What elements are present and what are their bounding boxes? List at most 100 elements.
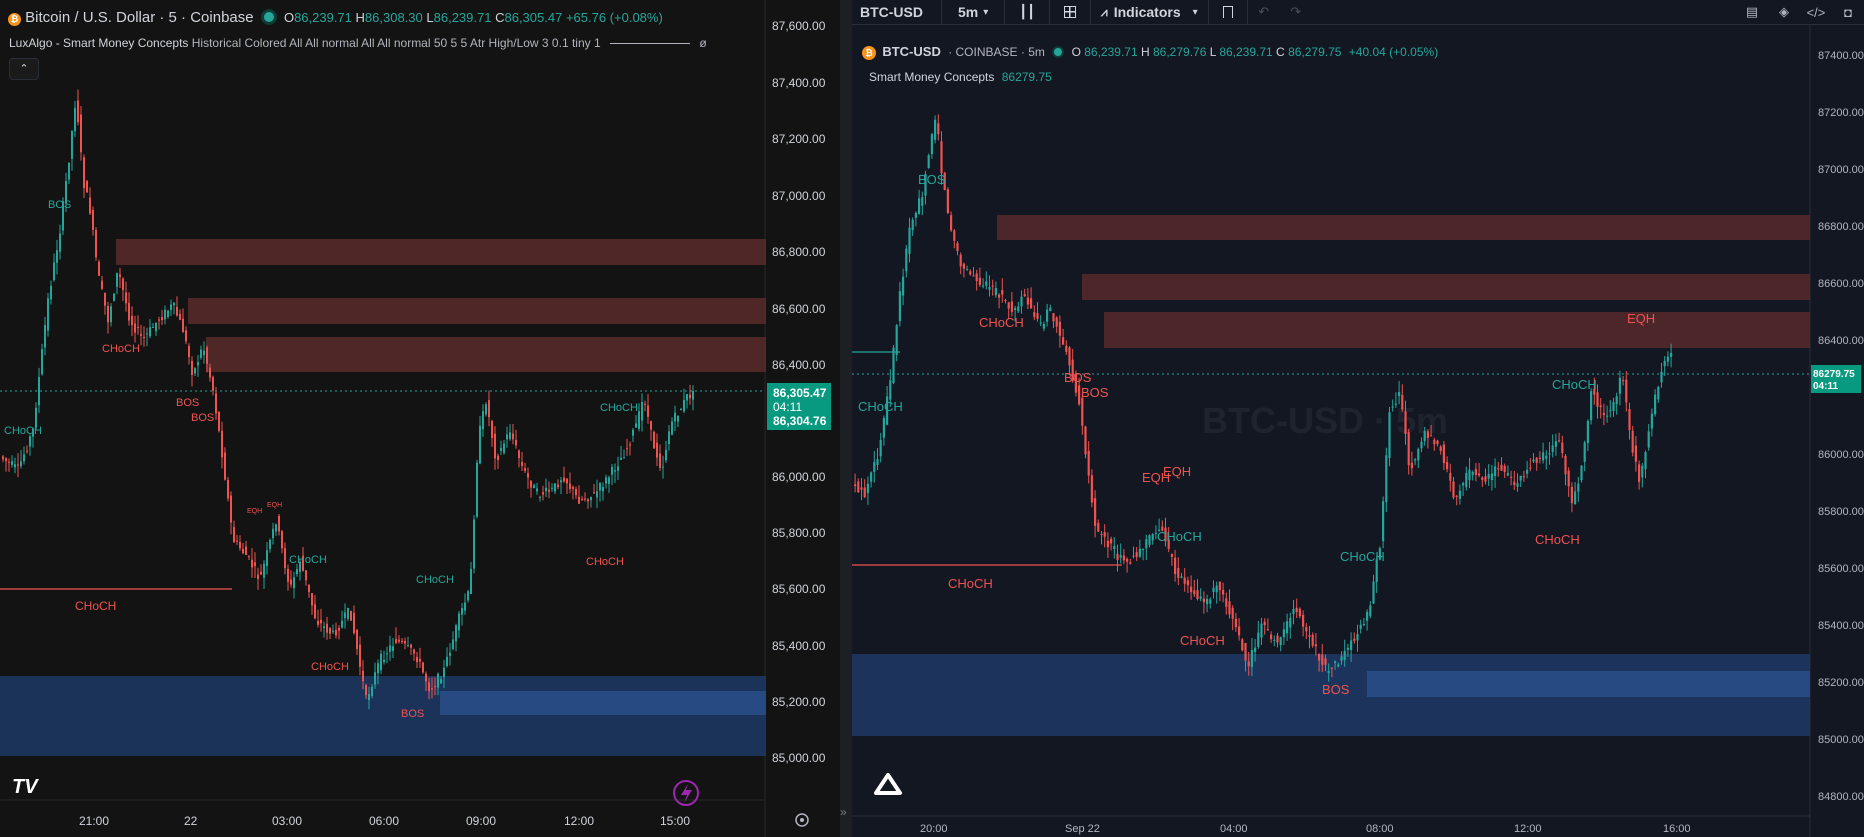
candle-body bbox=[611, 467, 613, 475]
candle-body bbox=[455, 625, 457, 642]
candle-body bbox=[1266, 629, 1269, 631]
redo-icon[interactable]: ↷ bbox=[1280, 0, 1312, 24]
supply-zone bbox=[1082, 274, 1810, 300]
lightning-replay-icon[interactable] bbox=[673, 780, 699, 806]
candle-body bbox=[1202, 598, 1205, 603]
candle-body bbox=[978, 277, 981, 285]
pane-divider[interactable]: » bbox=[840, 0, 852, 837]
candle-body bbox=[527, 473, 529, 478]
candle-body bbox=[635, 423, 637, 428]
price-tick: 86,000.00 bbox=[772, 470, 826, 484]
settings-gear-icon[interactable] bbox=[795, 813, 809, 827]
choch-label: CHoCH bbox=[4, 425, 42, 437]
candle-body bbox=[1049, 307, 1052, 311]
candle-body bbox=[536, 488, 538, 492]
undo-icon[interactable]: ↶ bbox=[1248, 0, 1280, 24]
candle-body bbox=[89, 197, 91, 214]
candle-body bbox=[1017, 306, 1020, 312]
candle-body bbox=[44, 325, 46, 348]
candle-body bbox=[854, 484, 857, 486]
candle-body bbox=[392, 646, 394, 651]
left-legend[interactable]: ₿ Bitcoin / U.S. Dollar · 5 · Coinbase O… bbox=[8, 9, 663, 26]
candle-body bbox=[1314, 644, 1317, 647]
candle-body bbox=[203, 350, 205, 356]
candle-body bbox=[914, 212, 917, 218]
choch-label: CHoCH bbox=[979, 315, 1024, 330]
chart-watermark: BTC-USD · 5m bbox=[1202, 400, 1448, 441]
bitcoin-icon: ₿ bbox=[8, 13, 21, 26]
candle-body bbox=[1561, 442, 1564, 454]
candle-body bbox=[245, 546, 247, 555]
candle-body bbox=[921, 196, 924, 206]
right-price-axis[interactable]: 87400.00 87200.00 87000.00 86800.00 8660… bbox=[1818, 50, 1864, 803]
price-tick: 87200.00 bbox=[1818, 107, 1864, 119]
candle-body bbox=[1567, 470, 1570, 487]
candle-body bbox=[488, 400, 490, 418]
right-chart-canvas[interactable]: BTC-USD · 5m BOS CHoCH CHoCH BOS BOS EQH… bbox=[852, 25, 1864, 837]
candle-body bbox=[47, 298, 49, 331]
candle-body bbox=[533, 485, 535, 489]
candle-body bbox=[1023, 294, 1026, 297]
candle-body bbox=[1564, 455, 1567, 475]
candle-body bbox=[908, 227, 911, 254]
screenshot-icon[interactable]: ◘ bbox=[1832, 0, 1864, 24]
legend-symbol[interactable]: BTC-USD bbox=[882, 44, 941, 59]
right-chart-pane[interactable]: BTC-USD 5m ▾ ┃┃ ⩘ Indicators ▾ ↶ ↷ ▤ ◈ <… bbox=[852, 0, 1864, 837]
candle-body bbox=[308, 584, 310, 592]
indicator-name[interactable]: Smart Money Concepts bbox=[869, 70, 994, 84]
layout-button[interactable] bbox=[1050, 0, 1091, 24]
layers-icon[interactable]: ◈ bbox=[1768, 0, 1800, 24]
candle-body bbox=[239, 542, 241, 549]
candle-type-button[interactable]: ┃┃ bbox=[1005, 0, 1050, 24]
right-indicator-legend[interactable]: Smart Money Concepts 86279.75 bbox=[869, 70, 1052, 84]
candle-body bbox=[1238, 626, 1241, 636]
left-chart-pane[interactable]: 87,600.00 87,400.00 87,200.00 87,000.00 … bbox=[0, 0, 840, 837]
candle-body bbox=[1407, 432, 1410, 466]
right-legend[interactable]: ₿ BTC-USD · COINBASE · 5m O 86,239.71 H … bbox=[862, 44, 1438, 60]
candle-body bbox=[155, 322, 157, 332]
candle-body bbox=[221, 430, 223, 458]
svg-text:TV: TV bbox=[12, 776, 39, 798]
candle-body bbox=[1330, 667, 1333, 669]
left-time-axis[interactable]: 21:00 22 03:00 06:00 09:00 12:00 15:00 bbox=[79, 814, 690, 828]
candle-body bbox=[937, 123, 940, 135]
candle-body bbox=[1503, 465, 1506, 472]
left-chart-canvas[interactable]: 87,600.00 87,400.00 87,200.00 87,000.00 … bbox=[0, 0, 840, 837]
candle-body bbox=[1270, 634, 1273, 640]
candle-body bbox=[1014, 308, 1017, 311]
code-icon[interactable]: </> bbox=[1800, 0, 1832, 24]
right-toolbar[interactable]: BTC-USD 5m ▾ ┃┃ ⩘ Indicators ▾ ↶ ↷ ▤ ◈ <… bbox=[852, 0, 1864, 25]
bookmark-icon bbox=[1222, 6, 1233, 18]
left-indicator-legend[interactable]: LuxAlgo - Smart Money Concepts Historica… bbox=[9, 36, 707, 50]
eqh-label: EQH bbox=[1163, 464, 1191, 479]
alert-button[interactable] bbox=[1209, 0, 1248, 24]
expand-chevron-icon[interactable]: » bbox=[840, 805, 847, 819]
right-time-axis[interactable]: 20:00 Sep 22 04:00 08:00 12:00 16:00 bbox=[920, 823, 1691, 835]
open-value: 86,239.71 bbox=[294, 10, 352, 25]
candle-body bbox=[1490, 473, 1493, 481]
candle-body bbox=[1007, 302, 1010, 309]
candle-body bbox=[1116, 553, 1119, 560]
symbol-title[interactable]: Bitcoin / U.S. Dollar · 5 · Coinbase bbox=[25, 9, 253, 26]
candle-body bbox=[1426, 431, 1429, 438]
candle-body bbox=[140, 333, 142, 336]
collapse-legend-button[interactable]: ⌃ bbox=[9, 58, 39, 80]
candle-body bbox=[359, 644, 361, 667]
symbol-search-button[interactable]: BTC-USD bbox=[852, 0, 942, 24]
candle-body bbox=[1545, 455, 1548, 459]
candle-body bbox=[230, 495, 232, 523]
candle-body bbox=[1311, 634, 1314, 646]
notes-icon[interactable]: ▤ bbox=[1736, 0, 1768, 24]
candle-body bbox=[1199, 596, 1202, 599]
indicator-name[interactable]: LuxAlgo - Smart Money Concepts bbox=[9, 36, 188, 50]
candle-body bbox=[398, 639, 400, 642]
candle-body bbox=[1318, 653, 1321, 661]
candle-body bbox=[164, 309, 166, 320]
candle-body bbox=[281, 531, 283, 549]
candle-body bbox=[647, 405, 649, 417]
indicators-button[interactable]: ⩘ Indicators ▾ bbox=[1091, 0, 1209, 24]
interval-button[interactable]: 5m ▾ bbox=[942, 0, 1006, 24]
candle-body bbox=[1526, 469, 1529, 474]
price-tick: 87,600.00 bbox=[772, 19, 826, 33]
candle-body bbox=[341, 620, 343, 628]
